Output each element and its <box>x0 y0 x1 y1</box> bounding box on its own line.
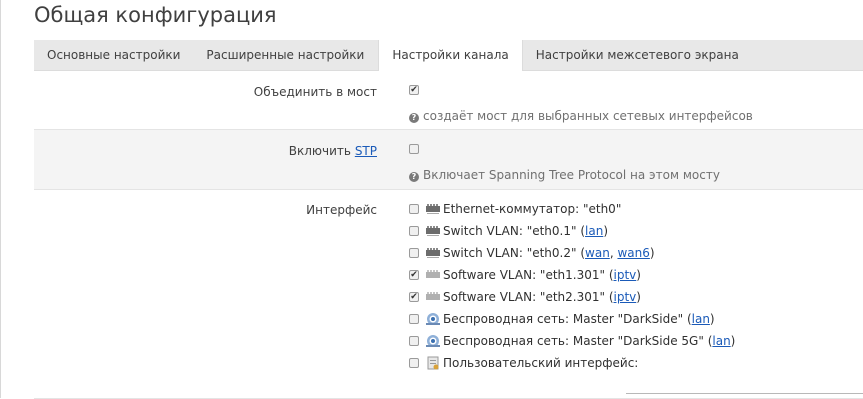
ethernet-switch-icon <box>426 204 440 214</box>
network-link-lan[interactable]: lan <box>585 224 603 238</box>
bridge-label: Объединить в мост <box>253 85 377 99</box>
tab-firewall-settings[interactable]: Настройки межсетевого экрана <box>523 40 752 70</box>
custom-interface-icon <box>427 356 439 370</box>
wifi-icon <box>426 313 440 325</box>
stp-row: Включить STP ? Включает Spanning Tree Pro… <box>34 130 863 190</box>
vlan-icon <box>426 270 440 278</box>
bridge-help: ? создаёт мост для выбранных сетевых инте… <box>409 109 753 123</box>
interface-checkbox[interactable] <box>409 248 419 258</box>
interface-checkbox[interactable] <box>409 226 419 236</box>
custom-interface-input[interactable] <box>626 393 863 394</box>
network-link-iptv[interactable]: iptv <box>614 290 637 304</box>
tab-advanced-settings[interactable]: Расширенные настройки <box>193 40 377 70</box>
interface-text: Switch VLAN: "eth0.1" (lan) <box>443 224 609 238</box>
stp-label: Включить STP <box>288 144 377 158</box>
left-border <box>0 0 1 398</box>
interface-checkbox[interactable] <box>409 204 419 214</box>
bridge-checkbox[interactable]: ✔ <box>409 85 419 95</box>
interface-label: Интерфейс <box>306 203 377 217</box>
interface-text: Ethernet-коммутатор: "eth0" <box>443 202 622 216</box>
page-title: Общая конфигурация <box>34 3 277 27</box>
interface-text: Беспроводная сеть: Master "DarkSide 5G" … <box>443 334 736 348</box>
interface-checkbox[interactable]: ✔ <box>409 270 419 280</box>
tab-bar: Основные настройки Расширенные настройки… <box>34 40 863 71</box>
network-link-lan[interactable]: lan <box>712 334 730 348</box>
info-icon: ? <box>409 113 419 123</box>
network-link-wan6[interactable]: wan6 <box>617 246 649 260</box>
interface-text: Пользовательский интерфейс: <box>443 356 639 370</box>
network-link-iptv[interactable]: iptv <box>614 268 637 282</box>
interface-row: Интерфейс Ethernet-коммутатор: "eth0" Sw… <box>34 190 863 399</box>
network-link-wan[interactable]: wan <box>585 246 610 260</box>
vlan-icon <box>426 292 440 300</box>
interface-checkbox[interactable] <box>409 314 419 324</box>
interface-text: Switch VLAN: "eth0.2" (wan, wan6) <box>443 246 655 260</box>
interface-checkbox[interactable] <box>409 358 419 368</box>
ethernet-switch-icon <box>426 248 440 258</box>
wifi-icon <box>426 335 440 347</box>
stp-link[interactable]: STP <box>355 144 377 158</box>
interface-text: Software VLAN: "eth1.301" (iptv) <box>443 268 641 282</box>
stp-checkbox[interactable] <box>409 144 419 154</box>
interface-text: Беспроводная сеть: Master "DarkSide" (la… <box>443 312 715 326</box>
interface-checkbox[interactable]: ✔ <box>409 292 419 302</box>
interface-text: Software VLAN: "eth2.301" (iptv) <box>443 290 641 304</box>
network-link-lan[interactable]: lan <box>692 312 710 326</box>
bridge-row: Объединить в мост ✔ ? создаёт мост для вы… <box>34 71 863 130</box>
tab-physical-settings[interactable]: Настройки канала <box>378 40 523 71</box>
interface-checkbox[interactable] <box>409 336 419 346</box>
info-icon: ? <box>409 172 419 182</box>
tab-basic-settings[interactable]: Основные настройки <box>34 40 193 70</box>
ethernet-switch-icon <box>426 226 440 236</box>
stp-help: ? Включает Spanning Tree Protocol на этом… <box>409 168 720 182</box>
